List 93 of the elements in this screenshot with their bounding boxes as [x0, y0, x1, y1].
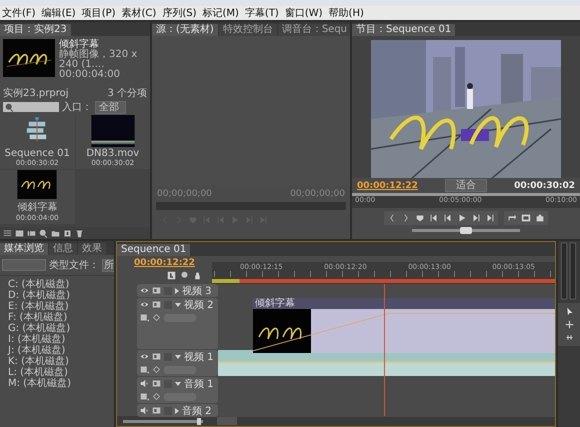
panel-tab[interactable]: Sequence 01	[117, 244, 190, 256]
drive-item[interactable]: I: (本机磁盘)	[8, 334, 114, 345]
loop-icon[interactable]	[507, 213, 517, 223]
step-forward-icon[interactable]	[471, 213, 481, 223]
display-style-icon[interactable]	[140, 392, 149, 401]
speaker-icon[interactable]	[140, 379, 149, 388]
bin-item-name[interactable]: DN83.mov	[86, 148, 140, 159]
clip-info: 静帧图像，320 x 240 (1....	[59, 50, 138, 70]
menu-item[interactable]: 标记(M)	[202, 6, 239, 20]
menu-item[interactable]: 帮助(H)	[328, 6, 364, 20]
keyframe-icon[interactable]	[152, 392, 161, 401]
panel-tab[interactable]: 项目：实例23	[0, 24, 71, 36]
step-back-icon[interactable]	[443, 213, 453, 223]
panel-tab[interactable]: 源：(无素材)	[152, 24, 218, 36]
panel-tab[interactable]: 媒体浏览	[0, 243, 48, 255]
expand-toggle[interactable]	[175, 288, 179, 294]
sequence-icon	[26, 115, 48, 145]
entry-label: 入口：	[62, 100, 92, 114]
search-icon[interactable]	[39, 228, 48, 238]
zoom-dropdown[interactable]: 适合	[445, 179, 487, 192]
rolling-tool-icon[interactable]	[564, 333, 574, 342]
search-field[interactable]	[3, 102, 59, 112]
current-timecode[interactable]: 00:00:12:22	[134, 258, 195, 268]
file-type-label: 类型文件：	[49, 258, 99, 272]
search-icon	[5, 102, 14, 112]
expand-toggle[interactable]	[175, 382, 181, 386]
drive-item[interactable]: M: (本机磁盘)	[8, 378, 114, 389]
trash-icon[interactable]	[75, 228, 84, 238]
safe-margins-icon[interactable]	[521, 213, 531, 223]
panel-tab[interactable]: 节目：Sequence 01	[352, 24, 456, 36]
panel-tab[interactable]: 特效控制台	[218, 24, 277, 36]
item-count: 3 个分项	[107, 87, 147, 99]
expand-toggle[interactable]	[175, 302, 181, 306]
clip-name: 倾斜字幕	[253, 298, 555, 309]
bin-item-name[interactable]: 倾斜字幕	[17, 200, 58, 214]
lock-icon[interactable]	[193, 271, 202, 280]
clip-name: 倾斜字幕	[59, 39, 100, 50]
menu-item[interactable]: 编辑(E)	[42, 6, 76, 20]
drive-item[interactable]: F: (本机磁盘)	[8, 312, 114, 323]
menu-item[interactable]: 字幕(T)	[244, 6, 279, 20]
track-name: 视频 3	[182, 284, 212, 298]
selection-tool-icon[interactable]	[564, 307, 574, 316]
play-icon[interactable]	[457, 213, 467, 223]
menu-item[interactable]: 文件(F)	[2, 6, 36, 20]
drive-item[interactable]: G: (本机磁盘)	[8, 323, 114, 334]
drive-item[interactable]: D: (本机磁盘)	[8, 290, 114, 301]
current-timecode[interactable]: 00:00:12:22	[357, 180, 418, 190]
shuttle-slider-thumb[interactable]	[460, 227, 472, 234]
drive-item[interactable]: K: (本机磁盘)	[8, 356, 114, 367]
list-view-icon[interactable]	[3, 228, 12, 238]
display-style-icon[interactable]	[140, 313, 149, 322]
keyframe-icon[interactable]	[152, 365, 161, 374]
panel-tab[interactable]: 信息	[49, 243, 77, 255]
marker-icon[interactable]	[180, 271, 189, 280]
drive-item[interactable]: L: (本机磁盘)	[8, 367, 114, 378]
track-name: 音频 1	[184, 378, 214, 390]
project-file-name: 实例23.prproj	[3, 86, 68, 99]
eye-icon[interactable]	[140, 300, 149, 309]
panel-tab[interactable]: 效果	[78, 243, 106, 255]
speaker-icon[interactable]	[140, 406, 149, 415]
ripple-tool-icon[interactable]	[564, 320, 574, 329]
go-to-in-icon[interactable]	[429, 213, 439, 223]
menu-item[interactable]: 素材(C)	[122, 6, 156, 20]
bin-item-name[interactable]: Sequence 01	[4, 148, 70, 159]
clip-duration: 00:00:04:00	[59, 70, 122, 80]
entry-dropdown[interactable]: 全部	[95, 100, 126, 114]
track-name: 音频 2	[182, 404, 212, 418]
track-name: 视频 2	[184, 298, 214, 312]
timecode: 00;00;00;00	[290, 188, 345, 198]
eye-icon[interactable]	[140, 352, 149, 361]
expand-toggle[interactable]	[175, 354, 181, 358]
drive-item[interactable]: C: (本机磁盘)	[8, 279, 114, 290]
new-item-icon[interactable]	[63, 228, 72, 238]
menu-item[interactable]: 窗口(W)	[284, 6, 323, 20]
drive-item[interactable]: J: (本机磁盘)	[8, 345, 114, 356]
marker-icon[interactable]	[415, 213, 425, 223]
keyframe-icon[interactable]	[152, 313, 161, 322]
drive-item[interactable]: E: (本机磁盘)	[8, 301, 114, 312]
duration-timecode: 00:00:30:02	[514, 180, 575, 190]
snap-icon[interactable]	[167, 271, 176, 280]
file-type-dropdown[interactable]: 所	[102, 258, 114, 272]
timecode: 00;00;00;00	[157, 188, 212, 198]
scroll-bar[interactable]	[217, 417, 237, 425]
menu-item[interactable]: 项目(P)	[82, 6, 116, 20]
automate-icon[interactable]	[27, 228, 36, 238]
icon-view-icon[interactable]	[15, 228, 24, 238]
zoom-slider-thumb[interactable]	[197, 418, 201, 424]
panel-tab[interactable]: 调音台：Sequ	[278, 24, 350, 36]
eye-icon[interactable]	[140, 286, 149, 295]
track-name: 视频 1	[184, 350, 214, 364]
go-to-out-icon[interactable]	[485, 213, 495, 223]
display-style-icon[interactable]	[140, 365, 149, 374]
menu-item[interactable]: 序列(S)	[162, 6, 196, 20]
